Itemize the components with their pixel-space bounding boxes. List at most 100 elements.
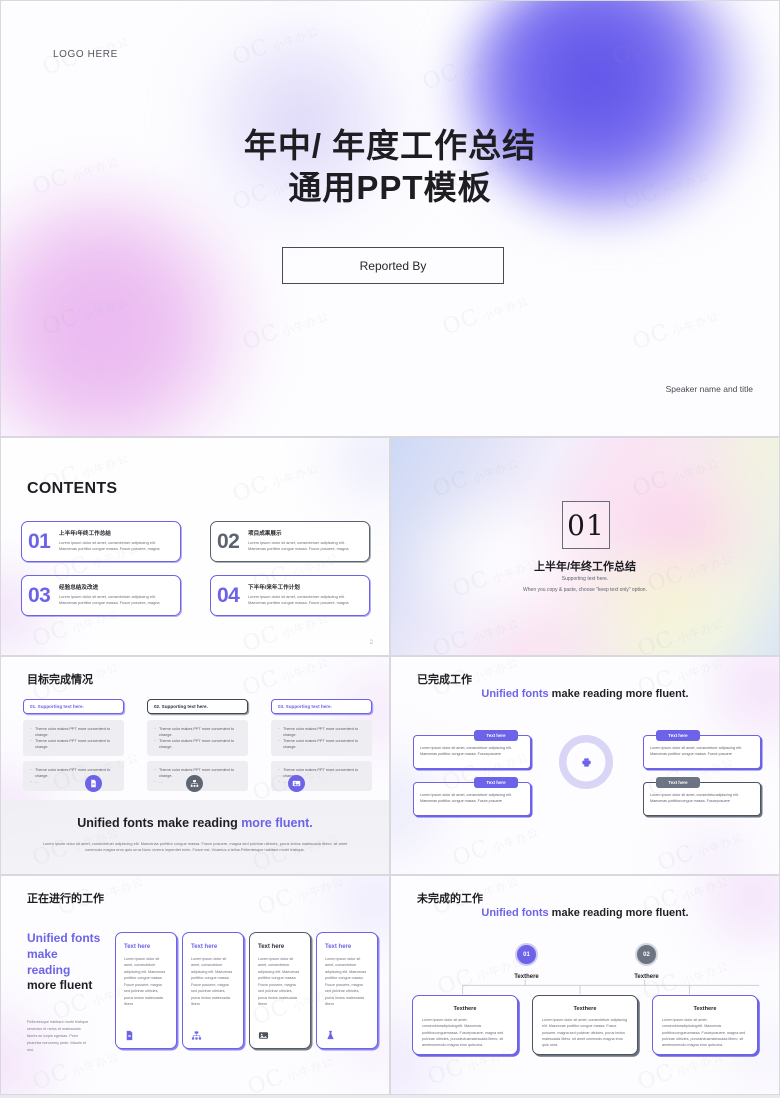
slide-goal-completion[interactable]: OC 小牛办公 OC 小牛办公 OC 小牛办公 OC 小牛办公 OC 小牛办公 … [0, 656, 390, 875]
node-label: Texthere [634, 974, 659, 980]
node-label: Texthere [514, 974, 539, 980]
item-heading: 经验总结及改进 [59, 585, 99, 592]
column-header[interactable]: 01. Supporting text here. [23, 699, 124, 714]
column-header[interactable]: 02. Supporting text here. [147, 699, 248, 714]
in-progress-cards: Text here Lorem ipsum dolor sit amet, co… [115, 932, 378, 1049]
item-number: 01 [28, 529, 51, 553]
page-title: 已完成工作 [417, 674, 472, 686]
title-line-2: 通用PPT模板 [288, 169, 492, 207]
column-header[interactable]: 03. Supporting text here. [271, 699, 372, 714]
item-description: Lorem ipsum dolor sit amet, consectetuer… [59, 540, 160, 551]
contents-item-04[interactable]: 04 下半年/来年工作计划 Lorem ipsum dolor sit amet… [210, 575, 370, 616]
node-circle: 01 [515, 943, 538, 966]
reported-by-box[interactable]: Reported By [282, 247, 504, 284]
item-heading: 上半年/年终工作总结 [59, 531, 111, 538]
item-number: 03 [28, 583, 51, 607]
page-title: 正在进行的工作 [27, 893, 104, 905]
card-tag: Text here [474, 777, 518, 788]
card-text: Lorem ipsum dolor sit amet, consectetuer… [542, 1018, 628, 1048]
goal-icon-row [1, 775, 389, 792]
sitemap-icon[interactable] [186, 775, 204, 792]
card-tag: Text here [656, 730, 700, 741]
contents-item-02[interactable]: 02 项目成果展示 Lorem ipsum dolor sit amet, co… [210, 521, 370, 562]
card-heading: Texthere [573, 1006, 597, 1012]
left-headline: Unified fonts make reading more fluent [27, 931, 109, 994]
completed-card-1[interactable]: Text here Lorem ipsum dolor sit amet, co… [413, 730, 531, 769]
unfinished-card-3[interactable]: Texthere Lorem ipsum dolor sit amet, con… [652, 995, 758, 1055]
footer-headline-part-1: Unified fonts make reading [77, 816, 242, 830]
card-heading: Texthere [693, 1006, 717, 1012]
card-text: Lorem ipsum dolor sit amet, consectetura… [662, 1018, 746, 1048]
footer-band [1, 800, 389, 874]
unfinished-card-2[interactable]: Texthere Lorem ipsum dolor sit amet, con… [532, 995, 638, 1055]
headline: Unified fonts make reading more fluent. [391, 907, 779, 919]
speaker-name-and-title: Speaker name and title [665, 384, 753, 394]
left-paragraph: Pellentesque habitant morbi tristique se… [27, 1020, 89, 1053]
slide-section-divider[interactable]: OC 小牛办公 OC 小牛办公 OC 小牛办公 OC 小牛办公 OC 小牛办公 … [390, 437, 780, 656]
section-number-box: 01 [562, 501, 610, 549]
reported-by-label: Reported By [359, 258, 427, 273]
completed-card-4[interactable]: Text here Lorem ipsum dolor sit amet, co… [643, 777, 761, 816]
decorative-blob-violet [669, 814, 759, 874]
title-line-1: 年中/ 年度工作总结 [243, 127, 537, 164]
headline-line-4: more fluent [27, 978, 93, 993]
slide-unfinished-work[interactable]: OC 小牛办公 OC 小牛办公 OC 小牛办公 OC 小牛办公 OC 小牛办公 … [390, 875, 780, 1095]
card-heading: Text here [124, 944, 151, 950]
flask-icon [325, 1028, 336, 1040]
completed-card-2[interactable]: Text here Lorem ipsum dolor sit amet, co… [413, 777, 531, 816]
item-description: Lorem ipsum dolor sit amet, consectetuer… [248, 540, 349, 551]
bullet-block: Theme color makes PPT more convenient to… [23, 720, 124, 757]
headline-line-3: reading [27, 962, 71, 977]
donut-chart [559, 735, 613, 789]
card-heading: Texthere [453, 1006, 477, 1012]
section-hint: When you copy & paste, choose "keep text… [523, 587, 647, 593]
page-number: 2 [369, 640, 373, 646]
headline-accent: Unified fonts [481, 688, 552, 700]
image-icon[interactable] [287, 775, 305, 792]
printer-icon [559, 735, 613, 789]
tree-node-01[interactable]: 01 Texthere [504, 943, 549, 980]
headline-accent: Unified fonts [481, 907, 552, 919]
slide-row-3: OC 小牛办公 OC 小牛办公 OC 小牛办公 OC 小牛办公 OC 小牛办公 … [0, 875, 780, 1095]
in-progress-card-1[interactable]: Text here Lorem ipsum dolor sit amet, co… [115, 932, 177, 1049]
page-title: 未完成的工作 [417, 893, 483, 905]
card-tag: Text here [656, 777, 700, 788]
headline-rest: make reading more fluent. [551, 907, 689, 919]
node-circle: 02 [635, 943, 658, 966]
completed-card-3[interactable]: Text here Lorem ipsum dolor sit amet, co… [643, 730, 761, 769]
in-progress-card-3[interactable]: Text here Lorem ipsum dolor sit amet, co… [249, 932, 311, 1049]
contents-item-01[interactable]: 01 上半年/年终工作总结 Lorem ipsum dolor sit amet… [21, 521, 181, 562]
bullet-item: Theme color makes PPT more convenient to… [29, 737, 118, 750]
tree-node-02[interactable]: 02 Texthere [624, 943, 669, 980]
card-heading: Text here [325, 944, 352, 950]
card-text: Lorem ipsum dolor sit amet, consectetuer… [325, 957, 367, 1007]
page-title: CONTENTS [27, 480, 118, 497]
in-progress-card-2[interactable]: Text here Lorem ipsum dolor sit amet, co… [182, 932, 244, 1049]
page-title: 年中/ 年度工作总结 通用PPT模板 [1, 125, 779, 209]
in-progress-card-4[interactable]: Text here Lorem ipsum dolor sit amet, co… [316, 932, 378, 1049]
document-icon[interactable] [85, 775, 103, 792]
card-text: Lorem ipsum dolor sit amet, consectetuer… [124, 957, 166, 1007]
unfinished-card-1[interactable]: Texthere Lorem ipsum dolor sit amet, con… [412, 995, 518, 1055]
slide-completed-work[interactable]: OC 小牛办公 OC 小牛办公 OC 小牛办公 OC 小牛办公 OC 小牛办公 … [390, 656, 780, 875]
slide-contents[interactable]: OC 小牛办公 OC 小牛办公 OC 小牛办公 OC 小牛办公 OC 小牛办公 … [0, 437, 390, 656]
footer-headline-accent: more fluent. [241, 816, 313, 830]
bullet-item: Theme color makes PPT more convenient to… [153, 737, 242, 750]
contents-grid: 01 上半年/年终工作总结 Lorem ipsum dolor sit amet… [21, 521, 370, 616]
headline: Unified fonts make reading more fluent. [391, 688, 779, 700]
bullet-item: Theme color makes PPT more convenient to… [277, 725, 366, 738]
bullet-block: Theme color makes PPT more convenient to… [271, 720, 372, 757]
card-text: Lorem ipsum dolor sit amet, consectetuer… [258, 957, 300, 1007]
card-text: Lorem ipsum dolor sit amet, consectetura… [422, 1018, 504, 1048]
headline-line-1: Unified fonts [27, 931, 101, 945]
headline-rest: make reading more fluent. [551, 688, 689, 700]
section-number: 01 [567, 508, 605, 542]
sitemap-icon [191, 1028, 202, 1040]
slide-in-progress-work[interactable]: OC 小牛办公 OC 小牛办公 OC 小牛办公 OC 小牛办公 OC 小牛办公 … [0, 875, 390, 1095]
bullet-item: Theme color makes PPT more convenient to… [29, 725, 118, 738]
slide-title[interactable]: OC 小牛办公 OC 小牛办公 OC 小牛办公 OC 小牛办公 OC 小牛办公 … [0, 0, 780, 437]
footer-paragraph: Lorem ipsum dolor sit amet, consectetuer… [42, 840, 348, 853]
card-heading: Text here [258, 944, 285, 950]
logo-placeholder: LOGO HERE [53, 49, 118, 60]
contents-item-03[interactable]: 03 经验总结及改进 Lorem ipsum dolor sit amet, c… [21, 575, 181, 616]
